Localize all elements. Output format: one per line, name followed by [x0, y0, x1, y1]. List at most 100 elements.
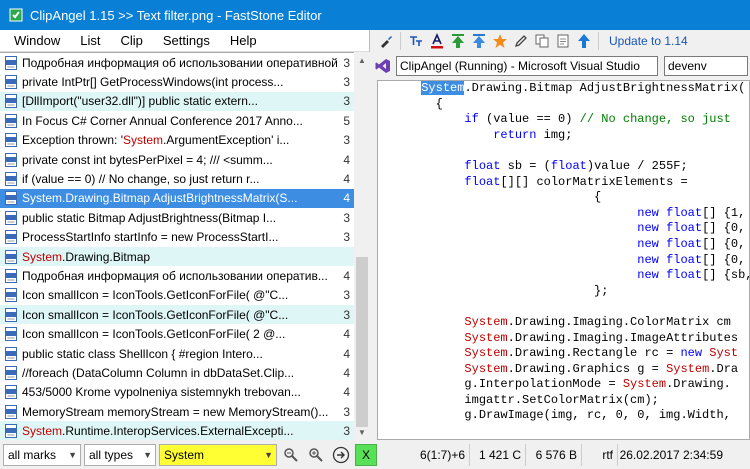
clip-text-body: .Drawing.Bitmap — [62, 249, 151, 264]
source-window-title-field[interactable]: ClipAngel (Running) - Microsoft Visual S… — [396, 56, 658, 76]
edit-pencil-icon[interactable] — [510, 31, 531, 51]
copy-icon[interactable] — [531, 31, 552, 51]
marks-filter-select[interactable]: all marks ▼ — [3, 443, 81, 466]
clip-list-row[interactable]: 453/5000 Krome vypolneniya sistemnykh tr… — [0, 383, 354, 402]
clip-text-body: MemoryStream memoryStream = new MemorySt… — [22, 404, 329, 419]
clip-text-body: .ArgumentException' i... — [163, 133, 290, 148]
upload-icon[interactable] — [573, 31, 594, 51]
search-match: System — [421, 81, 465, 95]
clip-list-row[interactable]: Icon smallIcon = IconTools.GetIconForFil… — [0, 324, 354, 343]
search-value: System — [164, 447, 205, 462]
code-line: System.Drawing.Bitmap AdjustBrightnessMa… — [378, 81, 749, 97]
clip-text-editor[interactable]: System.Drawing.Bitmap AdjustBrightnessMa… — [377, 80, 750, 440]
clip-chars-count: 3 — [343, 210, 350, 225]
menu-list[interactable]: List — [70, 30, 110, 52]
code-line: new float[] {1, — [378, 206, 749, 222]
code-token: [] {sb, — [702, 268, 750, 283]
clip-chars-count: 3 — [343, 404, 350, 419]
scroll-down-arrow-icon[interactable]: ▼ — [354, 424, 370, 440]
clip-list-row[interactable]: public static Bitmap AdjustBrightness(Bi… — [0, 208, 354, 227]
paste-icon[interactable] — [552, 31, 573, 51]
clip-list-row[interactable]: Подробная информация об использовании оп… — [0, 266, 354, 285]
code-text[interactable]: System.Drawing.Bitmap AdjustBrightnessMa… — [378, 81, 750, 424]
clip-chars-count: 4 — [343, 268, 350, 283]
types-filter-value: all types — [89, 447, 134, 462]
rtf-file-icon — [4, 210, 18, 225]
clip-list-row[interactable]: In Focus C# Corner Annual Conference 201… — [0, 111, 354, 130]
clip-list-row[interactable]: if (value == 0) // No change, so just re… — [0, 169, 354, 188]
menu-clip[interactable]: Clip — [110, 30, 152, 52]
types-filter-select[interactable]: all types ▼ — [84, 443, 156, 466]
clip-list-row[interactable]: System.Drawing.Bitmap AdjustBrightnessMa… — [0, 188, 354, 209]
clip-text-body: 453/5000 Krome vypolneniya sistemnykh tr… — [22, 385, 301, 400]
find-previous-icon[interactable] — [280, 444, 302, 466]
clip-chars-count: 4 — [343, 152, 350, 167]
scrollbar-thumb[interactable] — [356, 257, 368, 427]
source-process-field[interactable]: devenv — [664, 56, 748, 76]
toolbar-separator — [598, 32, 599, 50]
clip-list-row[interactable]: Подробная информация об использовании оп… — [0, 53, 354, 72]
chevron-down-icon: ▼ — [264, 449, 273, 460]
menu-window[interactable]: Window — [4, 30, 70, 52]
font-color-icon[interactable] — [426, 31, 447, 51]
text-format-icon[interactable] — [405, 31, 426, 51]
clip-viewer-pane: Update to 1.14 ClipAngel (Running) - Mic… — [371, 30, 750, 440]
code-token: .Drawing.Rectangle rc = — [507, 346, 681, 361]
clip-list-row[interactable]: //foreach (DataColumn Column in dbDataSe… — [0, 363, 354, 382]
rtf-file-icon — [4, 113, 18, 128]
find-next-icon[interactable] — [305, 444, 327, 466]
clip-text-body: In Focus C# Corner Annual Conference 201… — [22, 113, 303, 128]
search-input[interactable]: System ▼ — [159, 443, 277, 466]
update-link[interactable]: Update to 1.14 — [609, 34, 688, 48]
clip-chars-count: 3 — [343, 75, 350, 90]
menu-help[interactable]: Help — [220, 30, 267, 52]
clip-list-row[interactable]: [DllImport("user32.dll")] public static … — [0, 91, 354, 112]
menu-settings[interactable]: Settings — [153, 30, 220, 52]
rtf-file-icon — [4, 288, 18, 303]
clip-text-body: [DllImport("user32.dll")] public static … — [22, 94, 258, 109]
clip-chars-count: 4 — [343, 327, 350, 342]
code-line: System.Drawing.Imaging.ImageAttributes — [378, 331, 749, 347]
code-token: new — [637, 221, 659, 236]
clip-list[interactable]: Подробная информация об использовании оп… — [0, 52, 354, 440]
code-line: imgattr.SetColorMatrix(cm); — [378, 393, 749, 409]
clip-list-row[interactable]: Exception thrown: 'System.ArgumentExcept… — [0, 131, 354, 150]
move-top-icon[interactable] — [468, 31, 489, 51]
clip-chars-count: 3 — [343, 94, 350, 109]
clip-list-row[interactable]: ProcessStartInfo startInfo = new Process… — [0, 228, 354, 247]
clip-text: private IntPtr[] GetProcessWindows(int p… — [22, 75, 338, 89]
clip-list-row[interactable]: Icon smallIcon = IconTools.GetIconForFil… — [0, 286, 354, 305]
clip-text-body: public static Bitmap AdjustBrightness(Bi… — [22, 210, 277, 225]
move-up-icon[interactable] — [447, 31, 468, 51]
app-icon — [8, 7, 24, 23]
rtf-file-icon — [4, 424, 18, 439]
clip-list-row[interactable]: System.Drawing.Bitmap — [0, 246, 354, 267]
clip-list-row[interactable]: System.Runtime.InteropServices.ExternalE… — [0, 421, 354, 440]
code-token: g.InterpolationMode = — [378, 377, 623, 392]
clear-filter-button[interactable]: X — [355, 443, 377, 466]
brush-icon[interactable] — [375, 31, 396, 51]
chevron-down-icon: ▼ — [143, 449, 152, 460]
clip-list-row[interactable]: public static class ShellIcon { #region … — [0, 344, 354, 363]
clip-format: rtf — [581, 443, 617, 466]
rtf-file-icon — [4, 249, 18, 264]
clip-list-row[interactable]: Icon smallIcon = IconTools.GetIconForFil… — [0, 305, 354, 325]
favorite-star-icon[interactable] — [489, 31, 510, 51]
go-to-match-icon[interactable] — [330, 444, 352, 466]
clip-list-row[interactable]: private const int bytesPerPixel = 4; ///… — [0, 150, 354, 169]
clip-list-scrollbar[interactable]: ▲ ▼ — [354, 52, 370, 440]
clip-text: public static class ShellIcon { #region … — [22, 347, 338, 361]
clip-list-row[interactable]: MemoryStream memoryStream = new MemorySt… — [0, 402, 354, 421]
scroll-up-arrow-icon[interactable]: ▲ — [354, 52, 370, 68]
clip-list-row[interactable]: private IntPtr[] GetProcessWindows(int p… — [0, 72, 354, 91]
